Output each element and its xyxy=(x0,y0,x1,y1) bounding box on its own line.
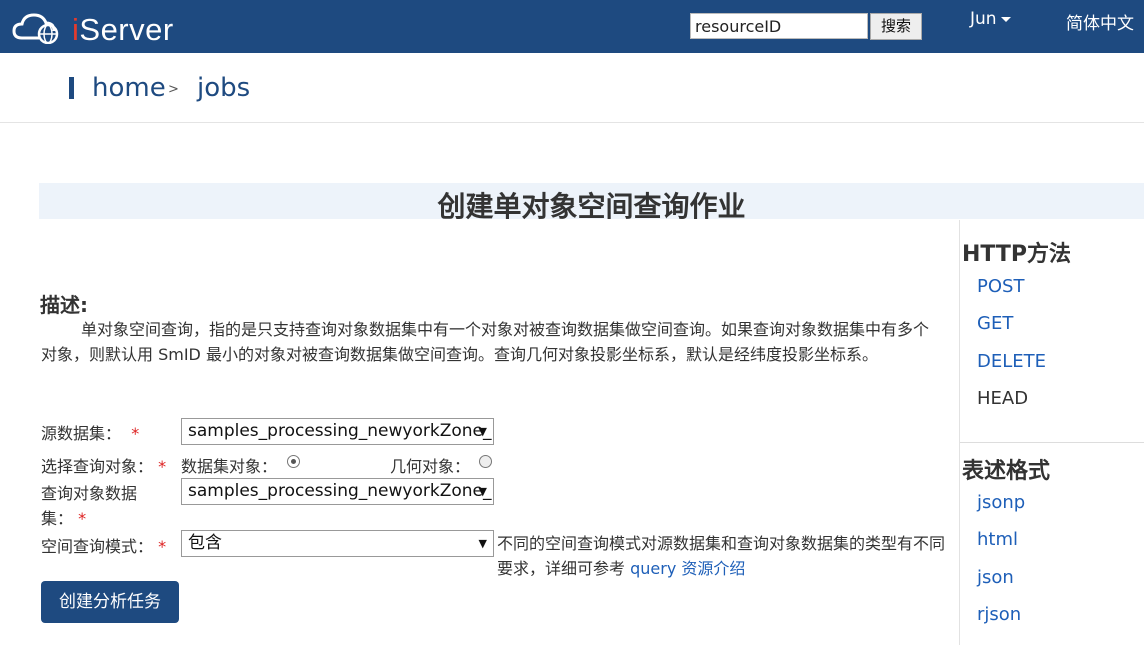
breadcrumb-jobs-link[interactable]: jobs xyxy=(197,73,250,103)
query-mode-label: 空间查询模式： * xyxy=(41,533,166,557)
query-dataset-label-line2: 集： * xyxy=(41,505,86,529)
query-dataset-label-line1: 查询对象数据 xyxy=(41,484,138,503)
method-delete-link[interactable]: DELETE xyxy=(977,351,1046,372)
radio-geometry-object[interactable] xyxy=(479,455,492,468)
page-title: 创建单对象空间查询作业 xyxy=(437,190,746,223)
logo-text: iServer xyxy=(72,12,174,48)
query-mode-label-text: 空间查询模式： xyxy=(41,537,154,556)
format-rjson-link[interactable]: rjson xyxy=(977,604,1021,625)
dropdown-arrow-icon: ▼ xyxy=(478,537,487,550)
chevron-down-icon xyxy=(1000,16,1011,22)
source-dataset-value: samples_processing_newyorkZone_R xyxy=(188,421,494,441)
source-dataset-label: 源数据集： * xyxy=(41,420,139,444)
sidebar-section-divider xyxy=(960,442,1144,443)
dropdown-arrow-icon: ▼ xyxy=(478,425,487,438)
format-jsonp-link[interactable]: jsonp xyxy=(977,492,1025,513)
query-object-label: 选择查询对象： * xyxy=(41,453,166,477)
radio-dataset-label: 数据集对象： xyxy=(181,457,278,476)
breadcrumb-home-link[interactable]: home xyxy=(92,73,166,103)
query-object-label-text: 选择查询对象： xyxy=(41,457,154,476)
http-methods-heading: HTTP方法 xyxy=(962,242,1072,267)
query-resource-link[interactable]: query 资源介绍 xyxy=(630,559,745,578)
user-name: Jun xyxy=(970,9,997,29)
query-mode-hint: 不同的空间查询模式对源数据集和查询对象数据集的类型有不同要求，详细可参考 que… xyxy=(497,531,947,581)
breadcrumb-separator: > xyxy=(168,82,179,97)
method-head: HEAD xyxy=(977,388,1029,409)
query-dataset-value: samples_processing_newyorkZone_R xyxy=(188,481,494,501)
create-analysis-task-button[interactable]: 创建分析任务 xyxy=(41,581,179,623)
dropdown-arrow-icon: ▼ xyxy=(478,485,487,498)
sidebar-divider xyxy=(959,220,960,645)
required-mark: * xyxy=(78,509,87,528)
required-mark: * xyxy=(158,537,167,556)
search-button[interactable]: 搜索 xyxy=(870,13,922,40)
format-json-link[interactable]: json xyxy=(977,567,1014,588)
radio-geometry-label: 几何对象： xyxy=(390,457,471,476)
required-mark: * xyxy=(158,457,167,476)
source-dataset-label-text: 源数据集： xyxy=(41,424,122,443)
query-mode-value: 包含 xyxy=(188,533,222,553)
header-divider xyxy=(0,122,1144,123)
query-mode-select[interactable]: 包含 ▼ xyxy=(181,530,494,557)
required-mark: * xyxy=(131,424,140,443)
query-dataset-label-line2-text: 集： xyxy=(41,509,74,528)
top-navbar: iServer 搜索 Jun 简体中文 xyxy=(0,0,1144,53)
radio-dataset-object[interactable] xyxy=(287,455,300,468)
source-dataset-select[interactable]: samples_processing_newyorkZone_R ▼ xyxy=(181,418,494,445)
breadcrumb-accent-bar xyxy=(69,77,74,99)
description-text: 单对象空间查询，指的是只支持查询对象数据集中有一个对象对被查询数据集做空间查询。… xyxy=(41,320,930,364)
cloud-globe-icon xyxy=(12,13,59,44)
method-get-link[interactable]: GET xyxy=(977,313,1013,334)
logo-server: Server xyxy=(79,12,174,47)
description-heading: 描述: xyxy=(40,293,88,317)
search-input[interactable] xyxy=(690,13,868,39)
query-dataset-select[interactable]: samples_processing_newyorkZone_R ▼ xyxy=(181,478,494,505)
method-post-link[interactable]: POST xyxy=(977,276,1024,297)
format-html-link[interactable]: html xyxy=(977,529,1018,550)
user-menu[interactable]: Jun xyxy=(970,9,1011,29)
formats-heading: 表述格式 xyxy=(962,459,1051,484)
language-menu[interactable]: 简体中文 xyxy=(1066,9,1134,34)
